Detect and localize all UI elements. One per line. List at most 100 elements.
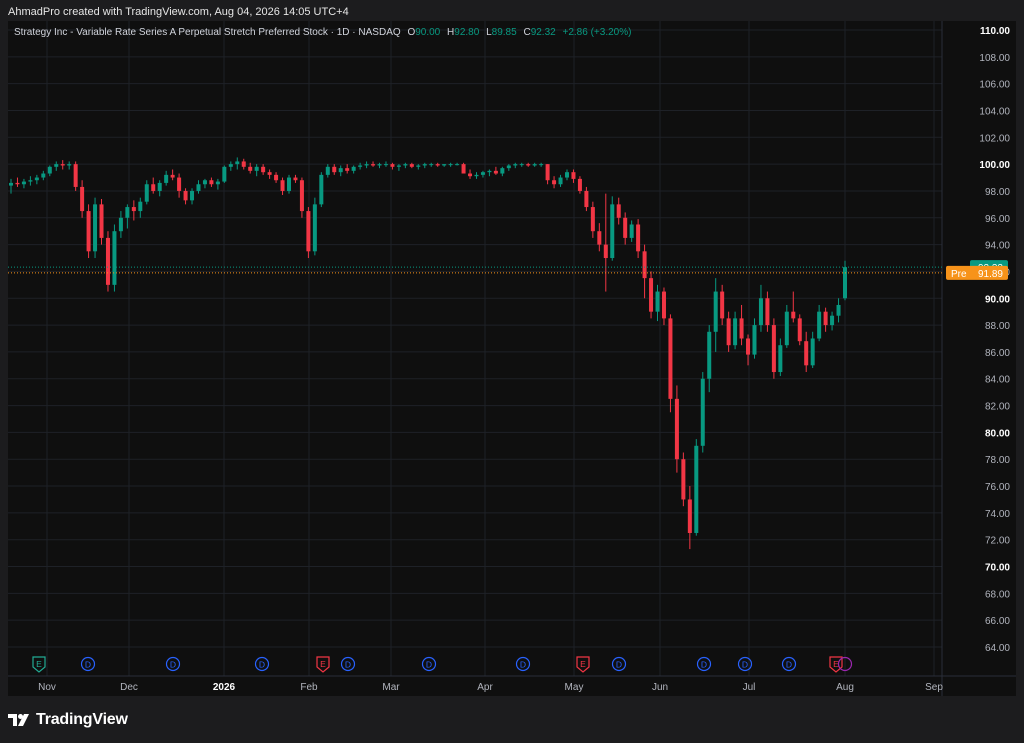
candle-body xyxy=(125,207,130,218)
candle-body xyxy=(487,170,492,173)
candle-body xyxy=(358,165,363,167)
candle-body xyxy=(409,164,414,167)
candle xyxy=(784,304,789,348)
x-tick-label: Jul xyxy=(743,682,756,693)
tradingview-footer[interactable]: TradingView xyxy=(8,709,128,731)
candle xyxy=(558,174,563,187)
dividend-icon-letter: D xyxy=(426,660,432,670)
candle xyxy=(105,231,110,292)
candle-body xyxy=(500,168,505,174)
candle xyxy=(804,331,809,373)
candle-body xyxy=(804,341,809,366)
dividend-icon: D xyxy=(781,656,797,672)
candle-body xyxy=(668,318,673,399)
price-axis[interactable]: 110.00 108.00 106.00 104.00 102.00 100.00 98.0… xyxy=(979,26,1010,654)
candle-body xyxy=(616,204,621,218)
candle-body xyxy=(493,170,498,174)
candle xyxy=(500,166,505,177)
candle-body xyxy=(448,164,453,166)
candle-body xyxy=(274,174,279,181)
dividend-icon: D xyxy=(515,656,531,672)
candle-body xyxy=(332,166,337,173)
candle xyxy=(306,207,311,259)
candle-body xyxy=(564,172,570,178)
price-lines xyxy=(8,266,942,274)
candle-body xyxy=(817,311,822,339)
candle-body xyxy=(661,291,666,319)
candle-body xyxy=(73,164,78,187)
symbol-legend[interactable]: Strategy Inc - Variable Rate Series A Pe… xyxy=(14,27,631,39)
candle xyxy=(468,169,473,179)
candle-body xyxy=(791,311,796,319)
candle xyxy=(429,162,434,167)
candle xyxy=(597,223,602,252)
candle-body xyxy=(99,204,104,238)
candle-body xyxy=(506,165,511,169)
candle xyxy=(403,162,408,169)
candle-body xyxy=(280,180,285,191)
candle-body xyxy=(720,291,725,319)
candle-body xyxy=(202,180,207,185)
candle-body xyxy=(241,161,246,167)
candle-body xyxy=(532,164,537,166)
candle-body xyxy=(60,164,65,166)
y-tick-label: 76.00 xyxy=(985,482,1010,493)
candle-body xyxy=(248,166,253,171)
candle-body xyxy=(700,378,705,446)
price-chart[interactable]: 110.00 108.00 106.00 104.00 102.00 100.00 98.0… xyxy=(0,0,1024,743)
candle-body xyxy=(642,251,647,279)
candle-body xyxy=(157,182,162,191)
candle-body xyxy=(118,217,123,232)
x-tick-label: Apr xyxy=(477,682,493,693)
candle-body xyxy=(468,173,473,177)
dividend-icon-letter: D xyxy=(345,660,351,670)
candle-body xyxy=(422,164,427,166)
earnings-icon-letter: E xyxy=(580,659,586,669)
x-tick-label: Feb xyxy=(300,682,318,693)
candle-body xyxy=(383,164,388,166)
time-axis[interactable]: Nov Dec 2026 Feb Mar Apr May Jun Jul Aug Sep xyxy=(38,682,943,693)
candle xyxy=(636,219,641,259)
candle xyxy=(422,162,427,169)
candle xyxy=(274,172,279,183)
candle-body xyxy=(86,211,91,252)
candle xyxy=(332,164,337,175)
candle-body xyxy=(325,166,330,175)
x-tick-label: Mar xyxy=(382,682,400,693)
candle-body xyxy=(674,398,679,460)
candle xyxy=(54,161,59,171)
candle-body xyxy=(842,267,848,299)
candle-body xyxy=(138,201,143,212)
candle xyxy=(765,291,770,332)
candle xyxy=(733,311,738,350)
candle xyxy=(47,165,52,177)
candle-body xyxy=(435,164,440,166)
candle xyxy=(41,170,46,181)
candle-body xyxy=(539,164,544,166)
candle-body xyxy=(461,164,466,174)
candle-body xyxy=(636,224,641,252)
candle-body xyxy=(371,164,376,166)
earnings-icon-letter: E xyxy=(36,659,42,669)
y-tick-label: 80.00 xyxy=(985,428,1010,439)
candle xyxy=(144,180,149,205)
y-tick-label: 72.00 xyxy=(985,536,1010,547)
candle-body xyxy=(771,325,776,373)
candle xyxy=(286,174,292,194)
candle xyxy=(681,452,686,507)
candle xyxy=(60,160,65,170)
candle xyxy=(215,178,220,190)
candle-body xyxy=(726,318,731,346)
candle xyxy=(396,164,401,171)
candle-body xyxy=(112,231,117,285)
candle xyxy=(118,211,123,238)
candle xyxy=(791,291,796,323)
candle-body xyxy=(784,311,789,346)
candle xyxy=(526,162,531,167)
y-tick-label: 106.00 xyxy=(979,80,1010,91)
y-tick-label: 74.00 xyxy=(985,509,1010,520)
candle xyxy=(668,314,673,413)
candle xyxy=(177,173,182,198)
candle xyxy=(416,164,421,170)
candle xyxy=(364,161,369,169)
